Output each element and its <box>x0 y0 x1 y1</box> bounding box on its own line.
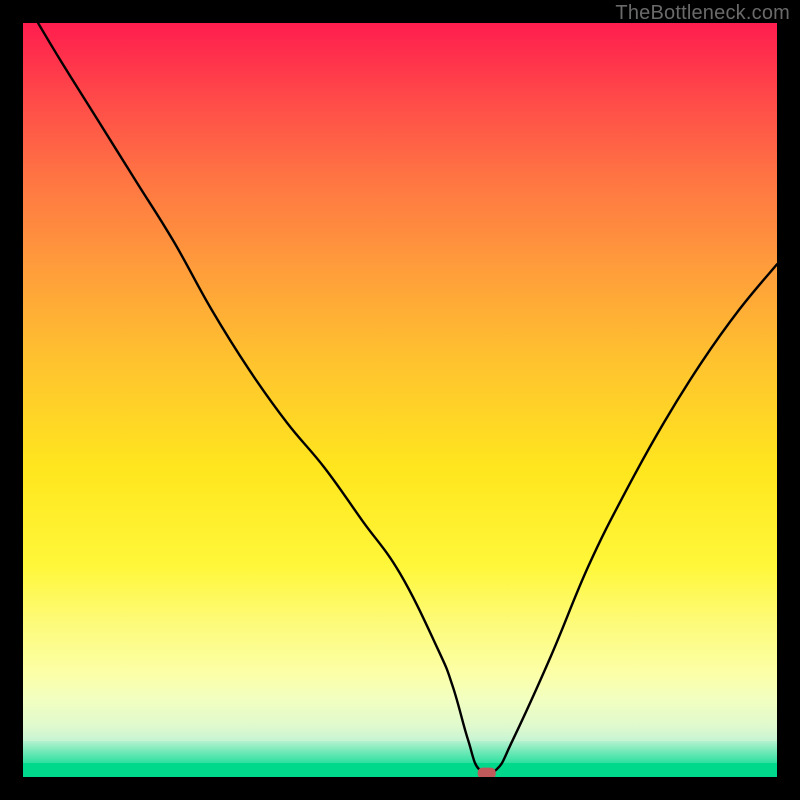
bottleneck-curve-path <box>38 23 777 774</box>
watermark-text: TheBottleneck.com <box>615 2 790 25</box>
chart-svg <box>23 23 777 777</box>
plot-area <box>23 23 777 777</box>
optimal-point-marker <box>478 768 496 777</box>
chart-frame: TheBottleneck.com <box>0 0 800 800</box>
